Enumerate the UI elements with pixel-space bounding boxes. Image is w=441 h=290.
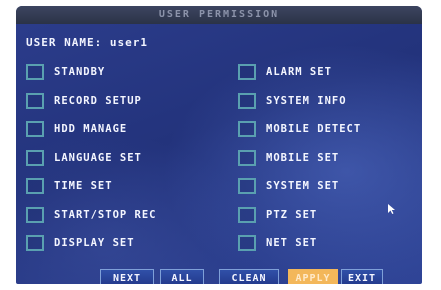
permission-mobile-detect[interactable]: MOBILE DETECT: [238, 119, 361, 139]
permission-record-setup[interactable]: RECORD SETUP: [26, 91, 142, 111]
checkbox-mobile-set[interactable]: [238, 150, 256, 166]
permission-label: DISPLAY SET: [54, 237, 135, 249]
checkbox-mobile-detect[interactable]: [238, 121, 256, 137]
checkbox-display-set[interactable]: [26, 235, 44, 251]
checkbox-ptz-set[interactable]: [238, 207, 256, 223]
permission-label: SYSTEM INFO: [266, 95, 347, 107]
dvr-screen: USER PERMISSION USER NAME: user1 STANDBY…: [16, 6, 422, 284]
permission-time-set[interactable]: TIME SET: [26, 176, 113, 196]
clean-button[interactable]: CLEAN: [219, 269, 279, 284]
checkbox-system-info[interactable]: [238, 93, 256, 109]
permission-alarm-set[interactable]: ALARM SET: [238, 62, 332, 82]
permission-label: RECORD SETUP: [54, 95, 142, 107]
permission-ptz-set[interactable]: PTZ SET: [238, 205, 317, 225]
permission-label: HDD MANAGE: [54, 123, 128, 135]
permission-label: MOBILE DETECT: [266, 123, 362, 135]
permission-start-stop-rec[interactable]: START/STOP REC: [26, 205, 157, 225]
permission-hdd-manage[interactable]: HDD MANAGE: [26, 119, 127, 139]
mouse-pointer-icon: [388, 204, 395, 214]
user-name-label: USER NAME: user1: [26, 36, 148, 49]
checkbox-time-set[interactable]: [26, 178, 44, 194]
permission-standby[interactable]: STANDBY: [26, 62, 105, 82]
checkbox-record-setup[interactable]: [26, 93, 44, 109]
permission-label: START/STOP REC: [54, 209, 157, 221]
permission-label: MOBILE SET: [266, 152, 340, 164]
checkbox-start-stop-rec[interactable]: [26, 207, 44, 223]
all-button[interactable]: ALL: [160, 269, 204, 284]
permission-label: STANDBY: [54, 66, 106, 78]
permission-label: PTZ SET: [266, 209, 318, 221]
permission-system-set[interactable]: SYSTEM SET: [238, 176, 339, 196]
exit-button[interactable]: EXIT: [341, 269, 383, 284]
permission-mobile-set[interactable]: MOBILE SET: [238, 148, 339, 168]
checkbox-system-set[interactable]: [238, 178, 256, 194]
permission-label: SYSTEM SET: [266, 180, 340, 192]
permission-language-set[interactable]: LANGUAGE SET: [26, 148, 142, 168]
permission-label: TIME SET: [54, 180, 113, 192]
checkbox-language-set[interactable]: [26, 150, 44, 166]
checkbox-standby[interactable]: [26, 64, 44, 80]
permission-label: LANGUAGE SET: [54, 152, 142, 164]
next-button[interactable]: NEXT: [100, 269, 154, 284]
permission-label: ALARM SET: [266, 66, 332, 78]
checkbox-hdd-manage[interactable]: [26, 121, 44, 137]
permission-label: NET SET: [266, 237, 318, 249]
apply-button[interactable]: APPLY: [288, 269, 338, 284]
window-title: USER PERMISSION: [16, 6, 422, 24]
permission-display-set[interactable]: DISPLAY SET: [26, 233, 135, 253]
checkbox-alarm-set[interactable]: [238, 64, 256, 80]
permission-system-info[interactable]: SYSTEM INFO: [238, 91, 347, 111]
checkbox-net-set[interactable]: [238, 235, 256, 251]
permission-net-set[interactable]: NET SET: [238, 233, 317, 253]
